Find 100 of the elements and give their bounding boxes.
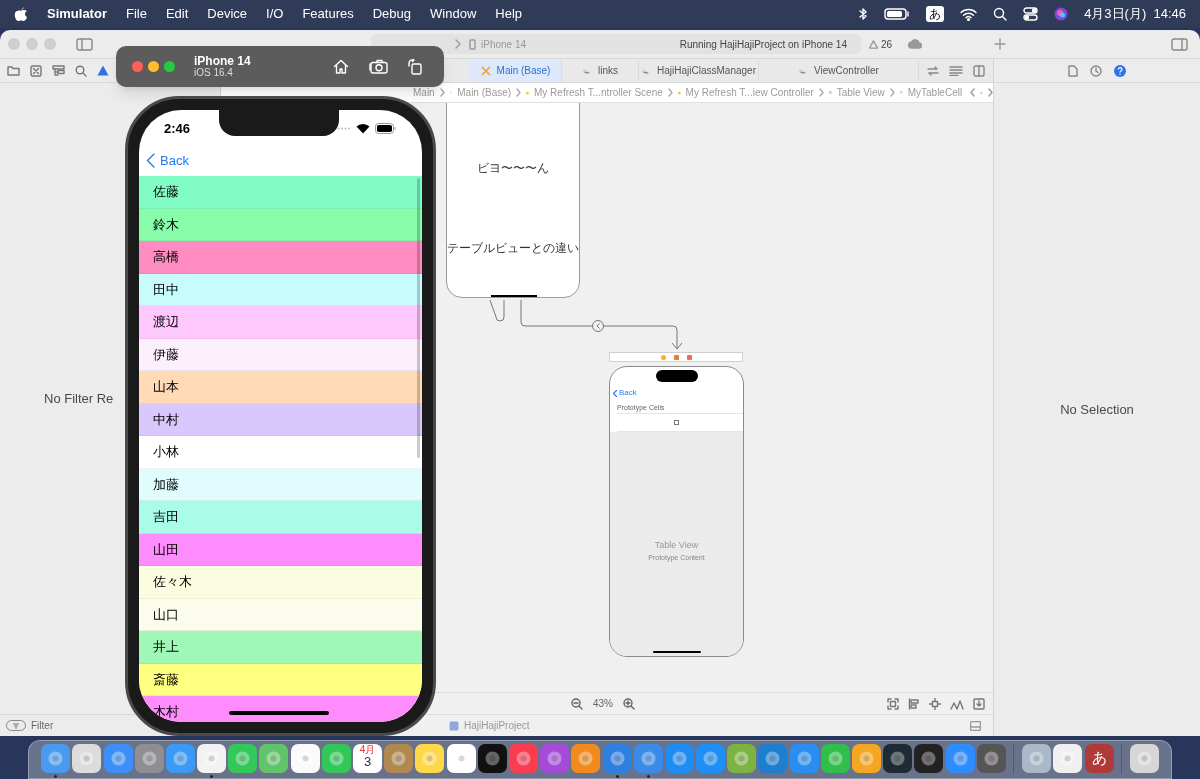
first-responder-icon[interactable] xyxy=(673,354,679,360)
minimize-button[interactable] xyxy=(148,61,159,72)
editor-tab[interactable]: HajiHajiClassManager xyxy=(639,59,759,82)
search-icon[interactable] xyxy=(993,7,1008,21)
editor-tab[interactable]: ViewController xyxy=(759,59,919,82)
swap-arrows-icon[interactable] xyxy=(927,65,939,76)
controller-icon[interactable] xyxy=(660,354,666,360)
cloud-icon[interactable] xyxy=(908,39,923,49)
editor-tab[interactable]: links xyxy=(562,59,639,82)
bluetooth-icon[interactable] xyxy=(859,7,869,21)
app-icon[interactable] xyxy=(446,744,476,773)
menu-item[interactable]: I/O xyxy=(266,4,284,24)
zoom-in-icon[interactable] xyxy=(623,697,635,710)
menu-item[interactable]: File xyxy=(125,4,147,24)
checkbox-icon[interactable] xyxy=(30,64,42,77)
app-icon[interactable] xyxy=(696,744,726,773)
table-row[interactable]: 加藤 xyxy=(139,468,422,501)
chevron-left-icon[interactable] xyxy=(970,88,976,97)
pin-constraints-icon[interactable] xyxy=(929,697,941,710)
app-icon[interactable] xyxy=(571,744,601,773)
table-row[interactable]: 山本 xyxy=(139,371,422,404)
orb-icon[interactable] xyxy=(1054,7,1069,21)
app-icon[interactable] xyxy=(852,744,881,773)
warning-count[interactable]: 26 xyxy=(869,36,893,52)
split-editor-icon[interactable] xyxy=(973,64,985,77)
menu-item[interactable]: Help xyxy=(495,4,523,24)
add-icon[interactable] xyxy=(994,38,1007,50)
file-icon[interactable] xyxy=(1068,64,1078,77)
app-icon[interactable] xyxy=(945,744,975,773)
toggle-switches-icon[interactable] xyxy=(1023,7,1039,21)
menu-item[interactable]: Features xyxy=(302,4,354,24)
app-icon[interactable]: あ xyxy=(1084,744,1114,773)
table-row[interactable]: 田中 xyxy=(139,273,422,306)
rotate-icon[interactable] xyxy=(408,58,422,75)
app-icon[interactable] xyxy=(976,744,1006,773)
app-icon[interactable] xyxy=(758,744,788,773)
app-icon[interactable] xyxy=(1053,744,1083,773)
editor-tab[interactable]: Main (Base) xyxy=(470,59,562,82)
zoom-out-icon[interactable] xyxy=(571,697,583,710)
table-row[interactable]: 佐々木 xyxy=(139,566,422,599)
menu-item[interactable]: Debug xyxy=(372,4,412,24)
app-icon[interactable] xyxy=(883,744,913,773)
app-icon[interactable] xyxy=(477,744,507,773)
app-icon[interactable] xyxy=(664,744,694,773)
help-icon[interactable] xyxy=(1114,64,1126,77)
app-icon[interactable] xyxy=(820,744,850,773)
app-icon[interactable] xyxy=(1129,744,1159,773)
app-icon[interactable] xyxy=(633,744,663,773)
app-icon[interactable] xyxy=(259,744,289,773)
close-button[interactable] xyxy=(132,61,143,72)
app-icon[interactable] xyxy=(228,744,258,773)
resolve-issues-icon[interactable] xyxy=(950,697,964,710)
table-row[interactable]: 山田 xyxy=(139,533,422,566)
app-icon[interactable] xyxy=(103,744,133,773)
panel-toggle-icon[interactable] xyxy=(970,720,981,731)
app-icon[interactable] xyxy=(321,744,351,773)
table-row[interactable]: 吉田 xyxy=(139,501,422,534)
menu-item[interactable]: Edit xyxy=(165,4,189,24)
menu-item[interactable]: Device xyxy=(207,4,248,24)
app-icon[interactable] xyxy=(290,744,320,773)
menu-bar-clock[interactable]: 4月3日(月) 14:46 xyxy=(1084,4,1186,24)
warning-icon[interactable] xyxy=(97,65,109,76)
app-icon[interactable] xyxy=(384,744,414,773)
app-icon[interactable] xyxy=(134,744,164,773)
segue-icon[interactable] xyxy=(592,320,604,332)
app-icon[interactable] xyxy=(914,744,944,773)
table-row[interactable]: 伊藤 xyxy=(139,338,422,371)
battery-icon[interactable] xyxy=(884,8,911,20)
update-frames-icon[interactable] xyxy=(887,697,899,710)
table-row[interactable]: 井上 xyxy=(139,631,422,664)
app-icon[interactable] xyxy=(415,744,445,773)
history-icon[interactable] xyxy=(1090,64,1102,77)
app-icon[interactable] xyxy=(197,744,227,773)
zoom-button[interactable] xyxy=(164,61,175,72)
home-icon[interactable] xyxy=(333,59,349,74)
table-row[interactable]: 山口 xyxy=(139,598,422,631)
align-icon[interactable] xyxy=(908,697,920,710)
app-icon[interactable] xyxy=(72,744,102,773)
app-icon[interactable] xyxy=(1022,744,1052,773)
table-row[interactable]: 中村 xyxy=(139,403,422,436)
camera-icon[interactable] xyxy=(369,59,388,74)
folder-icon[interactable] xyxy=(7,65,20,76)
wifi-icon[interactable] xyxy=(960,7,978,21)
sidebar-icon[interactable] xyxy=(76,37,93,51)
lines-icon[interactable] xyxy=(949,65,963,76)
input-source-indicator[interactable]: あ xyxy=(926,6,945,22)
back-button[interactable]: Back xyxy=(160,150,189,171)
app-icon[interactable] xyxy=(602,744,632,773)
table-row[interactable]: 佐藤 xyxy=(139,176,422,209)
table-row[interactable]: 高橋 xyxy=(139,241,422,274)
app-icon[interactable] xyxy=(165,744,195,773)
calendar-app-icon[interactable]: 4月 3 xyxy=(353,744,382,773)
chevron-right-icon[interactable] xyxy=(988,88,993,97)
inspector-toggle-icon[interactable] xyxy=(1171,37,1188,51)
exit-icon[interactable] xyxy=(686,354,692,360)
app-icon[interactable] xyxy=(789,744,819,773)
menu-item[interactable]: Simulator xyxy=(47,4,107,24)
app-icon[interactable] xyxy=(41,744,71,773)
menu-item[interactable]: Window xyxy=(430,4,477,24)
table-row[interactable]: 斎藤 xyxy=(139,663,422,696)
